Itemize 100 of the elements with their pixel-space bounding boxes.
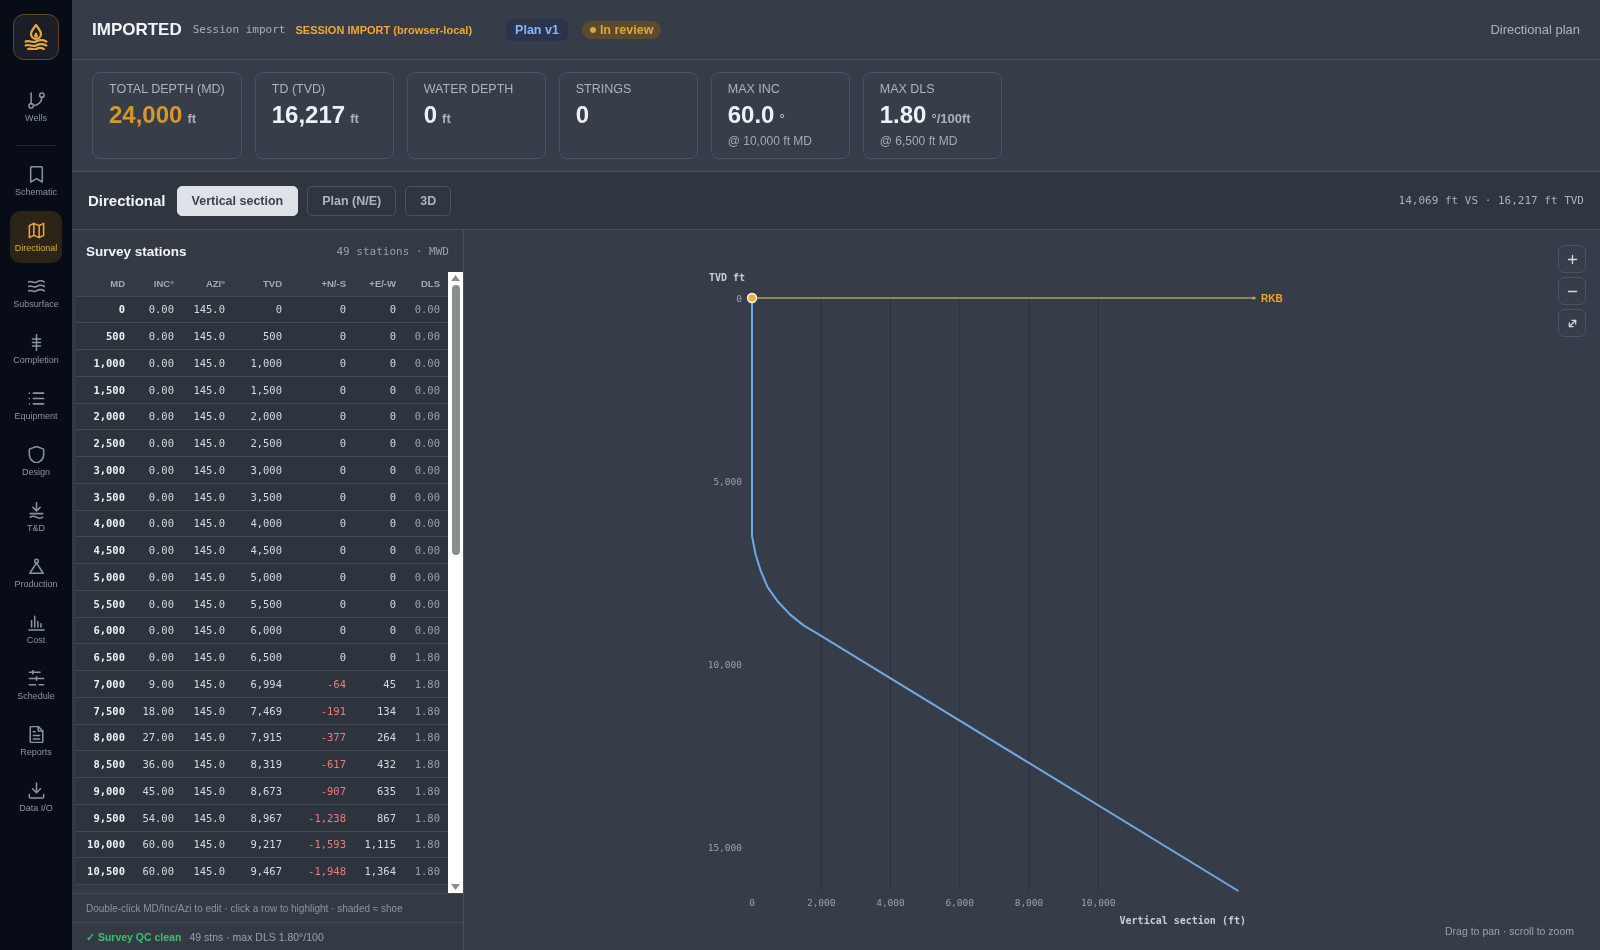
table-row[interactable]: 2,500 0.00 145.0 2,500 0 0 0.00 [76,430,448,457]
table-cell: 9,217 [250,838,282,851]
up-triangle-icon [451,275,460,281]
sidebar-item[interactable]: Wells [10,81,62,133]
table-cell: 0 [389,517,396,530]
table-row[interactable]: 8,500 36.00 145.0 8,319 -617 432 1.80 [76,751,448,778]
table-row[interactable]: 9,500 54.00 145.0 8,967 -1,238 867 1.80 [76,804,448,832]
metric-value: 0 [575,101,590,129]
view-tab[interactable]: Plan (N/E) [307,185,397,216]
table-cell: 0 [339,517,346,530]
table-cell: -617 [320,758,346,771]
zoom-in-button[interactable] [1558,245,1586,273]
table-row[interactable]: 4,500 0.00 145.0 4,500 0 0 0.00 [76,537,448,564]
tick-label: 0 [749,897,755,908]
sidebar-item[interactable]: T&D [10,491,62,543]
table-cell: 2,000 [93,410,125,423]
table-cell: 3,000 [250,463,282,476]
table-cell: 6,000 [93,624,125,637]
fit-view-button[interactable] [1558,309,1586,337]
column-header: DLS [421,278,440,290]
metric-unit: ft [350,111,359,126]
table-cell: -1,238 [308,811,346,824]
table-cell: 2,000 [250,410,282,423]
table-cell: 60.00 [142,865,174,878]
table-cell: 7,500 [93,704,125,717]
table-cell: 0 [389,356,396,369]
table-row[interactable]: 0 0.00 145.0 0 0 0 0.00 [76,296,448,324]
table-row[interactable]: 8,000 27.00 145.0 7,915 -377 264 1.80 [76,724,448,752]
sidebar-item[interactable]: Data I/O [10,771,62,823]
table-row[interactable]: 7,000 9.00 145.0 6,994 -64 45 1.80 [76,671,448,698]
table-cell: 0.00 [414,544,440,557]
reference-label: RKB [1261,292,1283,304]
table-cell: 6,500 [93,651,125,664]
table-row[interactable]: 10,000 60.00 145.0 9,217 -1,593 1,115 1.80 [76,831,448,859]
table-row[interactable]: 5,500 0.00 145.0 5,500 0 0 0.00 [76,590,448,618]
sidebar-item[interactable]: Production [10,547,62,599]
scrollbar[interactable] [448,272,463,893]
table-row[interactable]: 1,000 0.00 145.0 1,000 0 0 0.00 [76,350,448,377]
table-row[interactable]: 3,000 0.00 145.0 3,000 0 0 0.00 [76,457,448,484]
table-cell: 145.0 [193,570,225,583]
table-cell: 145.0 [193,544,225,557]
table-cell: 500 [106,330,125,343]
scrollbar-thumb[interactable] [451,285,460,555]
view-tab[interactable]: 3D [405,185,452,216]
sidebar-item[interactable]: Cost [10,603,62,655]
table-hint: Double-click MD/Inc/Azi to edit · click a row to highlight · shaded ≈ shoe [86,902,403,914]
table-row[interactable]: 6,500 0.00 145.0 6,500 0 0 1.80 [76,644,448,671]
table-cell: 0 [389,303,396,316]
metric-value: 0 [423,101,438,129]
table-cell: 1.80 [414,731,440,744]
waves-icon [27,277,45,295]
table-cell: 54.00 [142,811,174,824]
sidebar-item[interactable]: Design [10,435,62,487]
view-tab[interactable]: Vertical section [176,185,299,216]
table-cell: 5,000 [93,570,125,583]
table-row[interactable]: 10,500 60.00 145.0 9,467 -1,948 1,364 1.80 [76,858,448,885]
table-row[interactable]: 3,500 0.00 145.0 3,500 0 0 0.00 [76,483,448,511]
circle-marker-icon [746,292,758,304]
table-cell: 635 [377,784,396,797]
table-row[interactable]: 2,000 0.00 145.0 2,000 0 0 0.00 [76,403,448,431]
table-cell: 0 [339,651,346,664]
table-row[interactable]: 9,000 45.00 145.0 8,673 -907 635 1.80 [76,778,448,805]
arrow-down-icon [27,501,45,519]
branch-icon [27,91,45,109]
metric-label: TOTAL DEPTH (MD) [109,81,225,97]
table-cell: 0.00 [148,303,174,316]
table-cell: 0.00 [148,544,174,557]
sidebar-item[interactable]: Directional [10,211,62,263]
trajectory-summary: 14,069 ft VS · 16,217 ft TVD [1398,194,1584,207]
qc-detail: 49 stns · max DLS 1.80°/100 [189,930,324,943]
column-header: MD [110,278,125,290]
table-row[interactable]: 1,500 0.00 145.0 1,500 0 0 0.00 [76,376,448,404]
table-cell: 1,500 [93,383,125,396]
table-cell: 145.0 [193,463,225,476]
table-cell: 9,000 [93,784,125,797]
table-cell: 145.0 [193,838,225,851]
sidebar-item[interactable]: Reports [10,715,62,767]
sidebar-item[interactable]: Subsurface [10,267,62,319]
table-cell: 0 [339,490,346,503]
table-cell: 60.00 [142,838,174,851]
sidebar-item[interactable]: Completion [10,323,62,375]
sidebar-item[interactable]: Equipment [10,379,62,431]
table-cell: 0 [339,410,346,423]
document-icon [27,725,45,743]
table-row[interactable]: 6,000 0.00 145.0 6,000 0 0 0.00 [76,617,448,645]
sidebar-item[interactable]: Schematic [10,155,62,207]
table-cell: 0.00 [414,463,440,476]
table-cell: 9,500 [93,811,125,824]
sidebar-item[interactable]: Schedule [10,659,62,711]
table-cell: 2,500 [93,437,125,450]
metric-value: 60.0 [727,101,775,129]
table-cell: 8,319 [250,758,282,771]
table-cell: 7,915 [250,731,282,744]
table-row[interactable]: 7,500 18.00 145.0 7,469 -191 134 1.80 [76,697,448,725]
metric-note: @ 10,000 ft MD [727,133,812,149]
panel-title: Survey stations [86,243,187,259]
table-row[interactable]: 4,000 0.00 145.0 4,000 0 0 0.00 [76,510,448,538]
table-row[interactable]: 500 0.00 145.0 500 0 0 0.00 [76,323,448,350]
table-cell: 145.0 [193,356,225,369]
table-row[interactable]: 5,000 0.00 145.0 5,000 0 0 0.00 [76,564,448,591]
